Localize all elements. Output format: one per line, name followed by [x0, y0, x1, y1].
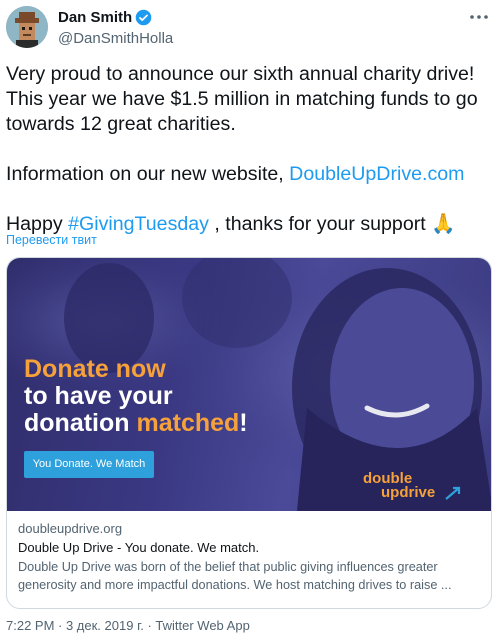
display-name[interactable]: Dan Smith: [58, 8, 173, 27]
avatar[interactable]: [6, 6, 48, 48]
folded-hands-emoji: 🙏: [431, 213, 456, 235]
display-name-text[interactable]: Dan Smith: [58, 8, 132, 27]
card-image[interactable]: Donate now to have your donation matched…: [7, 258, 491, 511]
tweet-timestamp[interactable]: 7:22 PM · 3 дек. 2019 г. · Twitter Web A…: [6, 618, 250, 633]
tweet-line: towards 12 great charities.: [6, 113, 236, 135]
website-link[interactable]: DoubleUpDrive.com: [289, 163, 464, 185]
tweet-header: Dan Smith @DanSmithHolla: [6, 6, 494, 50]
card-info[interactable]: doubleupdrive.org Double Up Drive - You …: [7, 511, 491, 608]
card-headline: Donate now to have your donation matched…: [24, 356, 248, 437]
arrow-logo-icon: [445, 486, 461, 500]
card-cta-button[interactable]: You Donate. We Match: [24, 451, 154, 478]
headline-line: to have your: [24, 382, 173, 410]
tweet-line: This year we have $1.5 million in matchi…: [6, 88, 478, 110]
more-options-icon[interactable]: [468, 8, 490, 26]
headline-line: donation matched!: [24, 409, 248, 437]
tweet-text: Very proud to announce our sixth annual …: [6, 62, 494, 237]
card-title: Double Up Drive - You donate. We match.: [18, 540, 260, 555]
user-handle[interactable]: @DanSmithHolla: [58, 29, 173, 48]
translate-tweet-link[interactable]: Перевести твит: [6, 233, 97, 247]
hashtag-link[interactable]: #GivingTuesday: [68, 213, 209, 235]
tweet-line: Very proud to announce our sixth annual …: [6, 63, 475, 85]
verified-badge-icon: [135, 9, 152, 26]
link-card[interactable]: Donate now to have your donation matched…: [6, 257, 492, 609]
card-description: Double Up Drive was born of the belief t…: [18, 560, 452, 592]
tweet-info-line: Information on our new website, DoubleUp…: [6, 163, 465, 185]
headline-line: Donate now: [24, 355, 166, 383]
card-domain: doubleupdrive.org: [18, 521, 123, 536]
doubleupdrive-logo: double updrive: [363, 471, 473, 503]
